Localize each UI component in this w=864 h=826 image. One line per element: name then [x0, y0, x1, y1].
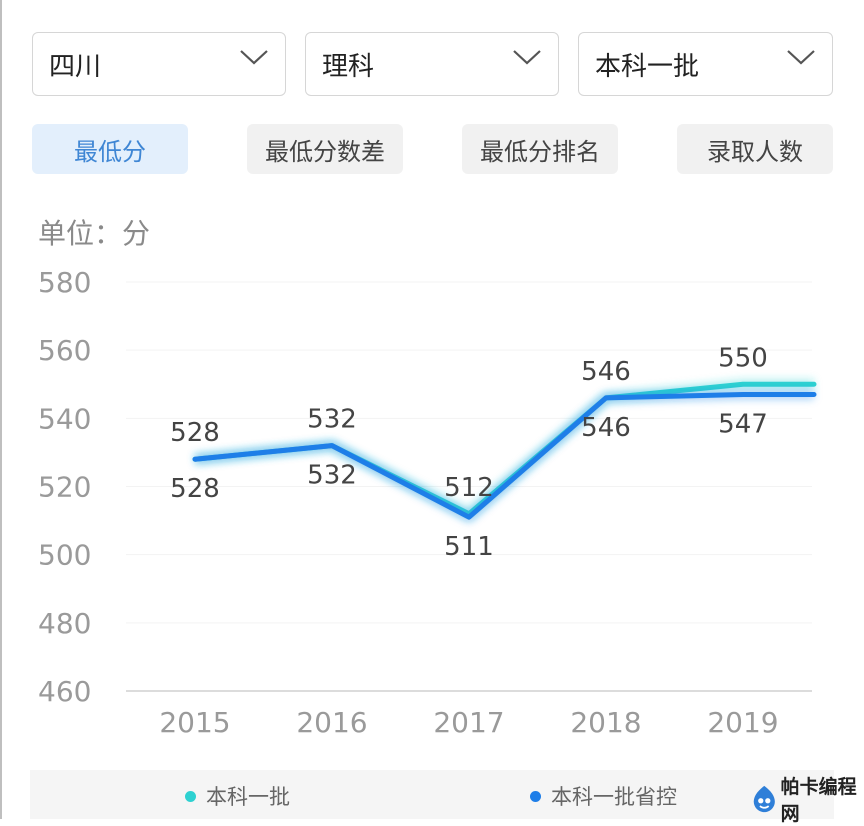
data-label-series-1: 512 [444, 473, 494, 503]
x-tick-label: 2017 [433, 706, 504, 739]
y-tick-label: 460 [38, 675, 91, 708]
y-tick-label: 480 [38, 607, 91, 640]
watermark-text: 帕卡编程网 [780, 776, 857, 825]
y-tick-label: 580 [38, 266, 91, 299]
legend-label-series-1: 本科一批 [206, 785, 290, 809]
watermark-logo-icon [753, 785, 775, 813]
chart-legend: 本科一批 本科一批省控 [30, 770, 834, 819]
line-chart: 580 560 540 520 500 480 460 2015 2016 2017 2018 20… [38, 266, 817, 739]
x-tick-label: 2018 [570, 706, 641, 739]
data-label-series-2: 546 [581, 413, 631, 443]
legend-label-series-2: 本科一批省控 [551, 785, 677, 809]
x-tick-label: 2016 [296, 706, 367, 739]
data-label-series-1: 528 [170, 418, 220, 448]
watermark: 帕卡编程网 [752, 772, 864, 826]
data-label-series-2: 532 [307, 461, 357, 491]
legend-swatch-series-2 [530, 790, 541, 802]
legend-item-series-1[interactable]: 本科一批 [185, 781, 290, 811]
data-label-series-2: 528 [170, 474, 220, 504]
legend-item-series-2[interactable]: 本科一批省控 [530, 781, 677, 811]
x-tick-label: 2015 [159, 706, 230, 739]
data-label-series-2: 511 [444, 532, 494, 562]
y-tick-label: 500 [38, 539, 91, 572]
legend-swatch-series-1 [185, 790, 196, 802]
data-label-series-1: 550 [718, 343, 768, 373]
y-tick-label: 540 [38, 402, 91, 435]
data-label-series-2: 547 [718, 409, 768, 439]
y-tick-label: 560 [38, 334, 91, 367]
data-label-series-1: 532 [307, 405, 357, 435]
x-tick-label: 2019 [707, 706, 778, 739]
data-label-series-1: 546 [581, 357, 631, 387]
y-tick-label: 520 [38, 471, 91, 504]
